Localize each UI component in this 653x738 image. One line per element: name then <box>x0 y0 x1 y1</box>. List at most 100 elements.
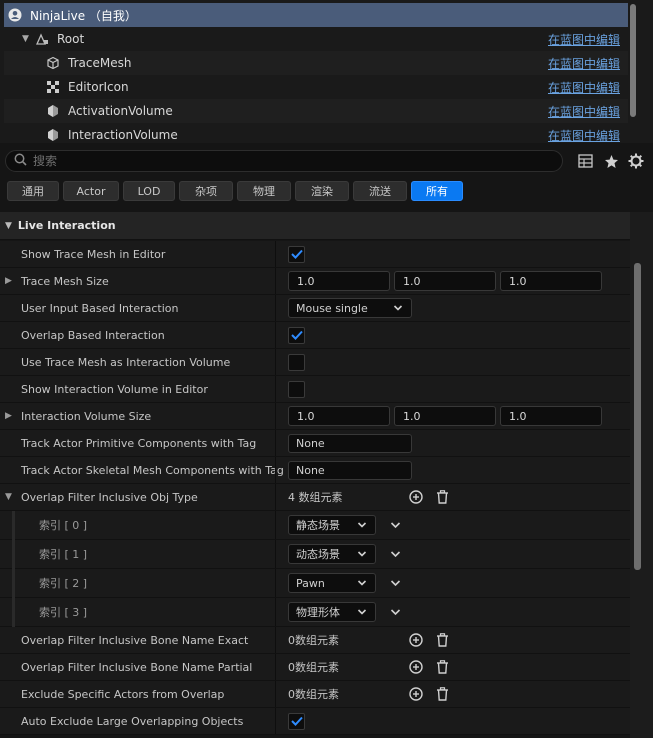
auto-exclude-checkbox[interactable] <box>288 712 305 730</box>
column-splitter[interactable] <box>275 681 276 707</box>
column-splitter[interactable] <box>275 511 276 539</box>
details-panel: ▼ Live Interaction Show Trace Mesh in Ed… <box>0 212 630 738</box>
filter-tab-misc[interactable]: 杂项 <box>179 181 233 201</box>
volume-size-z-field[interactable]: 1.0 <box>500 406 602 426</box>
tree-item-label: TraceMesh <box>68 56 132 70</box>
obj-type-element-3: 索引 [ 3 ] 物理形体 <box>0 598 630 627</box>
filter-tab-actor[interactable]: Actor <box>63 181 119 201</box>
volume-size-x-field[interactable]: 1.0 <box>288 406 390 426</box>
tree-item-editoricon[interactable]: EditorIcon 在蓝图中编辑 <box>4 75 628 99</box>
filter-tab-lod[interactable]: LOD <box>123 181 175 201</box>
add-element-icon[interactable] <box>408 686 424 702</box>
column-splitter[interactable] <box>275 268 276 294</box>
volume-size-y-field[interactable]: 1.0 <box>394 406 496 426</box>
show-volume-checkbox[interactable] <box>288 380 305 398</box>
obj-type-dropdown-2[interactable]: Pawn <box>288 573 376 593</box>
add-element-icon[interactable] <box>408 489 424 505</box>
filter-tab-general[interactable]: 通用 <box>7 181 59 201</box>
star-icon[interactable] <box>602 152 620 170</box>
edit-in-blueprint-link[interactable]: 在蓝图中编辑 <box>548 79 620 96</box>
table-view-icon[interactable] <box>576 152 594 170</box>
tree-item-label: ActivationVolume <box>68 104 173 118</box>
collapse-arrow-icon[interactable]: ▼ <box>5 221 12 231</box>
array-count: 0数组元素 <box>288 688 339 701</box>
obj-type-dropdown-3[interactable]: 物理形体 <box>288 602 376 622</box>
skeletal-tag-field[interactable]: None <box>288 460 412 480</box>
prop-primitive-tag: Track Actor Primitive Components with Ta… <box>0 430 630 457</box>
filter-tab-rendering[interactable]: 渲染 <box>295 181 349 201</box>
trash-icon[interactable] <box>434 686 450 702</box>
trace-mesh-size-x-field[interactable]: 1.0 <box>288 271 390 291</box>
user-input-dropdown[interactable]: Mouse single <box>288 298 412 318</box>
tree-item-ninjalive[interactable]: NinjaLive （自我） <box>4 3 628 27</box>
element-options-chevron-icon[interactable] <box>390 578 401 588</box>
show-trace-mesh-checkbox[interactable] <box>288 245 305 263</box>
expand-arrow-icon[interactable]: ▶ <box>5 403 12 429</box>
collapse-arrow-icon[interactable]: ▼ <box>22 34 32 44</box>
trash-icon[interactable] <box>434 632 450 648</box>
use-trace-mesh-checkbox[interactable] <box>288 353 305 371</box>
tree-item-interactionvolume[interactable]: InteractionVolume 在蓝图中编辑 <box>4 123 628 143</box>
prop-label: Overlap Filter Inclusive Obj Type <box>21 490 198 504</box>
element-options-chevron-icon[interactable] <box>390 520 401 530</box>
add-element-icon[interactable] <box>408 659 424 675</box>
edit-in-blueprint-link[interactable]: 在蓝图中编辑 <box>548 55 620 72</box>
expand-arrow-icon[interactable]: ▶ <box>5 268 12 294</box>
tree-scrollbar[interactable] <box>630 4 636 117</box>
overlap-based-checkbox[interactable] <box>288 326 305 344</box>
filter-tab-all[interactable]: 所有 <box>411 181 463 201</box>
tree-item-label: Root <box>57 32 85 46</box>
trash-icon[interactable] <box>434 659 450 675</box>
column-splitter[interactable] <box>275 708 276 734</box>
column-splitter[interactable] <box>275 654 276 680</box>
element-index-label: 索引 [ 3 ] <box>39 606 88 619</box>
edit-in-blueprint-link[interactable]: 在蓝图中编辑 <box>548 127 620 144</box>
column-splitter[interactable] <box>275 349 276 375</box>
prop-label: Track Actor Skeletal Mesh Components wit… <box>21 463 284 477</box>
tree-item-activationvolume[interactable]: ActivationVolume 在蓝图中编辑 <box>4 99 628 123</box>
element-options-chevron-icon[interactable] <box>390 549 401 559</box>
element-options-chevron-icon[interactable] <box>390 607 401 617</box>
column-splitter[interactable] <box>275 569 276 597</box>
primitive-tag-field[interactable]: None <box>288 433 412 453</box>
column-splitter[interactable] <box>275 295 276 321</box>
prop-overlap-based: Overlap Based Interaction <box>0 322 630 349</box>
chevron-down-icon <box>357 549 367 562</box>
column-splitter[interactable] <box>275 430 276 456</box>
volume-icon <box>46 104 60 118</box>
prop-user-input: User Input Based Interaction Mouse singl… <box>0 295 630 322</box>
category-header-live-interaction[interactable]: ▼ Live Interaction <box>0 212 630 240</box>
trace-mesh-size-z-field[interactable]: 1.0 <box>500 271 602 291</box>
column-splitter[interactable] <box>275 598 276 626</box>
edit-in-blueprint-link[interactable]: 在蓝图中编辑 <box>548 103 620 120</box>
tree-item-tracemesh[interactable]: TraceMesh 在蓝图中编辑 <box>4 51 628 75</box>
details-scrollbar[interactable] <box>634 263 641 570</box>
filter-tab-physics[interactable]: 物理 <box>237 181 291 201</box>
prop-label: User Input Based Interaction <box>21 301 179 315</box>
trace-mesh-size-y-field[interactable]: 1.0 <box>394 271 496 291</box>
add-element-icon[interactable] <box>408 632 424 648</box>
tree-item-root[interactable]: ▼ Root 在蓝图中编辑 <box>4 27 628 51</box>
column-splitter[interactable] <box>275 241 276 267</box>
prop-label: Auto Exclude Large Overlapping Objects <box>21 714 244 728</box>
column-splitter[interactable] <box>275 484 276 510</box>
array-count: 4 数组元素 <box>288 491 343 504</box>
column-splitter[interactable] <box>275 457 276 483</box>
column-splitter[interactable] <box>275 322 276 348</box>
filter-tab-streaming[interactable]: 流送 <box>353 181 407 201</box>
search-input[interactable] <box>33 154 533 168</box>
column-splitter[interactable] <box>275 403 276 429</box>
settings-gear-icon[interactable] <box>627 152 645 170</box>
edit-in-blueprint-link[interactable]: 在蓝图中编辑 <box>548 31 620 48</box>
trash-icon[interactable] <box>434 489 450 505</box>
prop-label: Show Interaction Volume in Editor <box>21 382 208 396</box>
collapse-arrow-icon[interactable]: ▼ <box>5 484 12 510</box>
obj-type-dropdown-1[interactable]: 动态场景 <box>288 544 376 564</box>
search-box[interactable] <box>5 150 563 172</box>
obj-type-dropdown-0[interactable]: 静态场景 <box>288 515 376 535</box>
column-splitter[interactable] <box>275 376 276 402</box>
obj-type-element-1: 索引 [ 1 ] 动态场景 <box>0 540 630 569</box>
column-splitter[interactable] <box>275 540 276 568</box>
prop-skeletal-tag: Track Actor Skeletal Mesh Components wit… <box>0 457 630 484</box>
column-splitter[interactable] <box>275 627 276 653</box>
